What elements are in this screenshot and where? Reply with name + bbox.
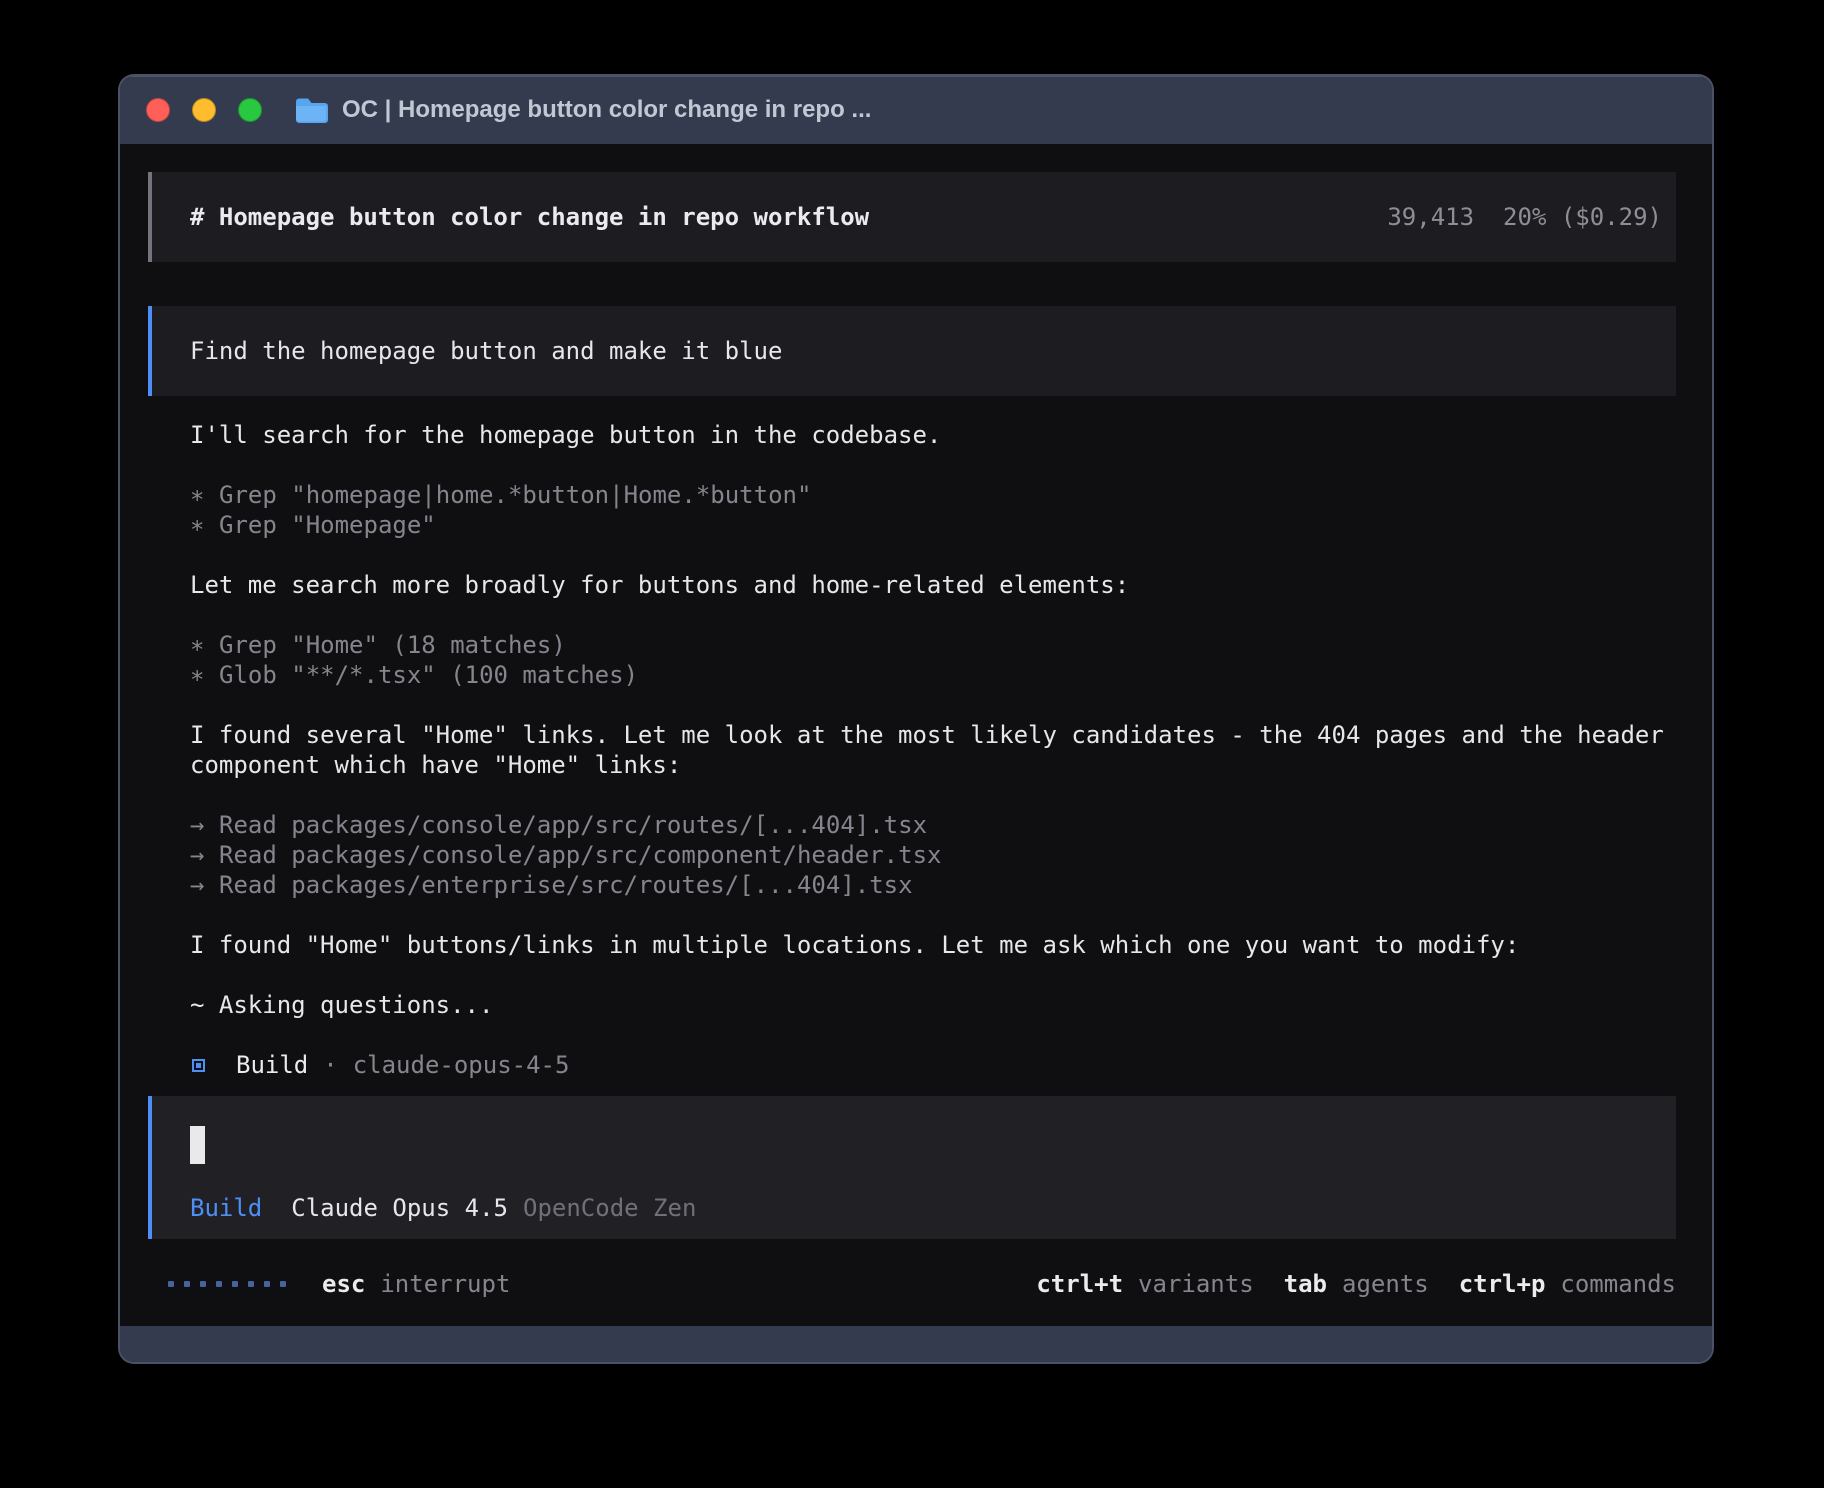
keybind-key: ctrl+t bbox=[1036, 1269, 1123, 1299]
keybind-label: agents bbox=[1342, 1269, 1429, 1299]
assistant-text: I found several "Home" links. Let me loo… bbox=[190, 720, 1676, 780]
zoom-button[interactable] bbox=[238, 98, 262, 122]
asterisk-icon: ∗ bbox=[190, 510, 219, 540]
provider-name: OpenCode Zen bbox=[523, 1193, 696, 1223]
close-button[interactable] bbox=[146, 98, 170, 122]
window-bottom-bar bbox=[120, 1326, 1712, 1362]
session-stats: 39,413 20% ($0.29) bbox=[1387, 202, 1662, 232]
model-name: Claude Opus 4.5 bbox=[291, 1193, 508, 1223]
keybind-commands: ctrl+p commands bbox=[1459, 1269, 1676, 1299]
separator-dot: · bbox=[323, 1050, 337, 1080]
minimize-button[interactable] bbox=[192, 98, 216, 122]
asterisk-icon: ∗ bbox=[190, 630, 219, 660]
tool-call-glob: ∗ Glob "**/*.tsx" (100 matches) bbox=[190, 660, 1676, 690]
tool-call-label: Grep "Home" (18 matches) bbox=[219, 630, 566, 660]
assistant-text: I found "Home" buttons/links in multiple… bbox=[190, 930, 1676, 960]
session-header: # Homepage button color change in repo w… bbox=[148, 172, 1676, 262]
agent-model: claude-opus-4-5 bbox=[353, 1050, 570, 1080]
tool-call-label: Grep "Homepage" bbox=[219, 510, 436, 540]
tool-call-read: → Read packages/console/app/src/routes/[… bbox=[190, 810, 1676, 840]
terminal-window: OC | Homepage button color change in rep… bbox=[120, 76, 1712, 1362]
session-title: # Homepage button color change in repo w… bbox=[190, 202, 869, 232]
arrow-right-icon: → bbox=[190, 840, 219, 870]
terminal-content: # Homepage button color change in repo w… bbox=[120, 144, 1712, 1326]
assistant-text: I'll search for the homepage button in t… bbox=[190, 420, 1676, 450]
window-titlebar: OC | Homepage button color change in rep… bbox=[120, 76, 1712, 144]
asking-questions-status: ~ Asking questions... bbox=[190, 990, 1676, 1020]
keybind-key: tab bbox=[1284, 1269, 1327, 1299]
tool-call-label: Grep "homepage|home.*button|Home.*button… bbox=[219, 480, 811, 510]
agent-status-line: Build · claude-opus-4-5 bbox=[192, 1050, 1676, 1080]
footer-left: esc interrupt bbox=[168, 1269, 510, 1299]
context-cost: 20% ($0.29) bbox=[1503, 202, 1662, 232]
keybind-label: interrupt bbox=[380, 1269, 510, 1299]
token-count: 39,413 bbox=[1387, 202, 1474, 232]
keybind-key: ctrl+p bbox=[1459, 1269, 1546, 1299]
status-footer: esc interrupt ctrl+t variants tab agents… bbox=[148, 1269, 1676, 1299]
footer-right: ctrl+t variants tab agents ctrl+p comman… bbox=[1036, 1269, 1676, 1299]
asterisk-icon: ∗ bbox=[190, 660, 219, 690]
agent-name: Build bbox=[236, 1050, 308, 1080]
text-cursor bbox=[190, 1126, 205, 1164]
keybind-label: commands bbox=[1560, 1269, 1676, 1299]
input-value bbox=[190, 1126, 1662, 1165]
working-spinner bbox=[168, 1281, 286, 1287]
folder-icon bbox=[294, 97, 328, 124]
tool-call-group: ∗ Grep "Home" (18 matches) ∗ Glob "**/*.… bbox=[190, 630, 1676, 690]
prompt-input[interactable]: Build Claude Opus 4.5 OpenCode Zen bbox=[148, 1096, 1676, 1239]
mode-badge: Build bbox=[190, 1193, 262, 1223]
keybind-variants: ctrl+t variants bbox=[1036, 1269, 1253, 1299]
tool-call-label: Read packages/enterprise/src/routes/[...… bbox=[219, 870, 913, 900]
tool-call-grep: ∗ Grep "Homepage" bbox=[190, 510, 1676, 540]
keybind-agents: tab agents bbox=[1284, 1269, 1429, 1299]
tool-call-label: Read packages/console/app/src/component/… bbox=[219, 840, 941, 870]
user-message: Find the homepage button and make it blu… bbox=[148, 306, 1676, 396]
keybind-label: variants bbox=[1138, 1269, 1254, 1299]
keybind-key: esc bbox=[322, 1269, 365, 1299]
asterisk-icon: ∗ bbox=[190, 480, 219, 510]
model-status-line: Build Claude Opus 4.5 OpenCode Zen bbox=[190, 1193, 1662, 1223]
window-title: OC | Homepage button color change in rep… bbox=[342, 96, 871, 124]
agent-square-icon bbox=[192, 1059, 205, 1072]
tool-call-label: Read packages/console/app/src/routes/[..… bbox=[219, 810, 927, 840]
tool-call-group: ∗ Grep "homepage|home.*button|Home.*butt… bbox=[190, 480, 1676, 540]
traffic-lights bbox=[146, 98, 262, 122]
tool-call-label: Glob "**/*.tsx" (100 matches) bbox=[219, 660, 638, 690]
tool-call-grep: ∗ Grep "homepage|home.*button|Home.*butt… bbox=[190, 480, 1676, 510]
tool-call-group: → Read packages/console/app/src/routes/[… bbox=[190, 810, 1676, 900]
assistant-text: Let me search more broadly for buttons a… bbox=[190, 570, 1676, 600]
tool-call-read: → Read packages/enterprise/src/routes/[.… bbox=[190, 870, 1676, 900]
tool-call-read: → Read packages/console/app/src/componen… bbox=[190, 840, 1676, 870]
arrow-right-icon: → bbox=[190, 810, 219, 840]
keybind-interrupt: esc interrupt bbox=[322, 1269, 510, 1299]
arrow-right-icon: → bbox=[190, 870, 219, 900]
tool-call-grep: ∗ Grep "Home" (18 matches) bbox=[190, 630, 1676, 660]
